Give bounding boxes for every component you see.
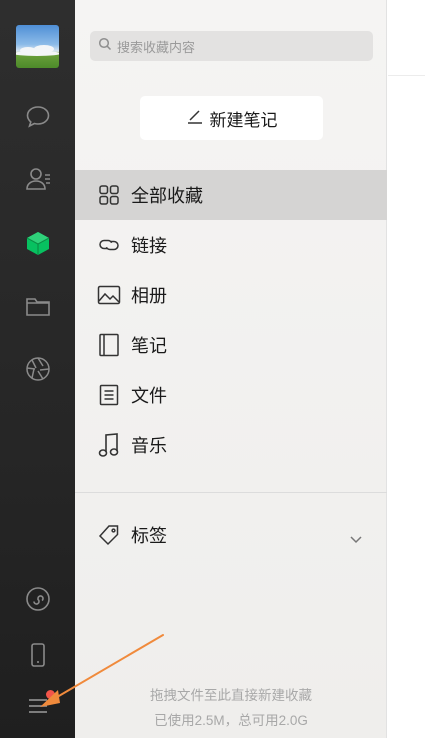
nav-item-files[interactable]: 文件: [75, 370, 387, 420]
moments-icon[interactable]: [21, 352, 54, 385]
nav-item-label: 全部收藏: [131, 186, 203, 206]
nav-item-label: 文件: [131, 386, 167, 406]
favorites-cube-icon[interactable]: [21, 226, 54, 259]
tag-icon: [97, 523, 121, 547]
tags-section[interactable]: 标签: [75, 510, 387, 560]
chat-icon[interactable]: [21, 99, 54, 132]
new-note-label: 新建笔记: [209, 110, 278, 130]
divider: [75, 492, 387, 493]
image-icon: [97, 283, 121, 307]
nav-item-label: 相册: [131, 286, 167, 306]
mini-program-icon[interactable]: [21, 582, 54, 615]
nav-item-music[interactable]: 音乐: [75, 420, 387, 470]
favorites-panel: 搜索收藏内容 新建笔记 全部收藏 链接 相册 笔记 文件 音乐 标签 拖拽文件至…: [75, 0, 387, 738]
content-header-border: [388, 75, 425, 76]
music-note-icon: [97, 433, 121, 457]
nav-item-notes[interactable]: 笔记: [75, 320, 387, 370]
nav-item-label: 链接: [131, 236, 167, 256]
link-icon: [97, 233, 121, 257]
new-note-button[interactable]: 新建笔记: [140, 96, 323, 140]
grid-icon: [97, 183, 121, 207]
left-navigation-rail: [0, 0, 75, 738]
nav-item-label: 音乐: [131, 436, 167, 456]
nav-item-links[interactable]: 链接: [75, 220, 387, 270]
folder-icon[interactable]: [21, 289, 54, 322]
nav-item-all-favorites[interactable]: 全部收藏: [75, 170, 387, 220]
nav-item-label: 笔记: [131, 336, 167, 356]
nav-item-album[interactable]: 相册: [75, 270, 387, 320]
avatar[interactable]: [16, 25, 59, 68]
contacts-icon[interactable]: [21, 162, 54, 195]
notebook-icon: [97, 333, 121, 357]
pencil-icon: [186, 107, 210, 130]
search-placeholder: 搜索收藏内容: [117, 39, 196, 55]
notification-dot: [46, 690, 55, 699]
search-icon: [98, 37, 112, 56]
storage-usage-text: 已使用2.5M，总可用2.0G: [154, 713, 308, 728]
chevron-down-icon[interactable]: [349, 528, 363, 549]
tags-label: 标签: [131, 526, 167, 546]
phone-icon[interactable]: [21, 638, 54, 671]
drag-hint-text: 拖拽文件至此直接新建收藏: [150, 688, 312, 703]
file-icon: [97, 383, 121, 407]
search-input[interactable]: 搜索收藏内容: [90, 31, 373, 61]
